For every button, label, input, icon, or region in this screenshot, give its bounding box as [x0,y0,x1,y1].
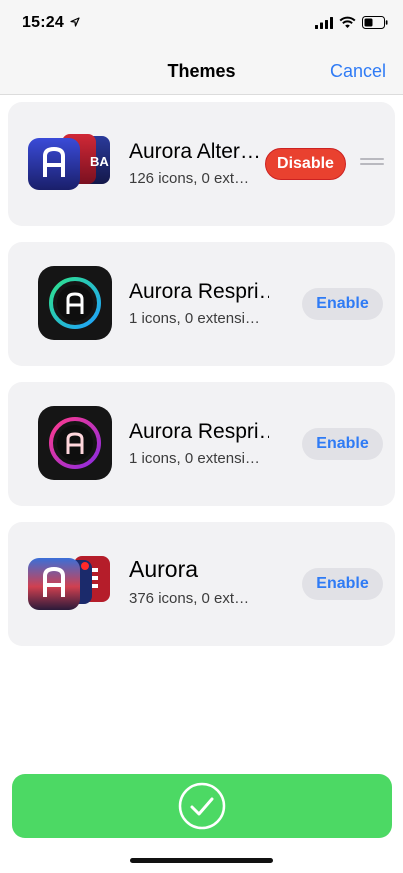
theme-subtitle: 1 icons, 0 extensi… [129,310,260,327]
location-arrow-icon [70,17,80,27]
enable-button[interactable]: Enable [302,428,383,460]
navigation-bar: Themes Cancel [0,48,403,95]
theme-subtitle: 1 icons, 0 extensi… [129,450,260,467]
theme-row-aurora[interactable]: Aurora 376 icons, 0 ext… Enable [8,522,395,646]
wifi-icon [339,16,356,28]
enable-button[interactable]: Enable [302,568,383,600]
theme-title: Aurora Respri… [129,420,269,443]
theme-row-aurora-respring-2[interactable]: Aurora Respri… 1 icons, 0 extensi… Enabl… [8,382,395,506]
cellular-signal-icon [315,17,333,29]
enable-button[interactable]: Enable [302,288,383,320]
theme-row-aurora-alternate[interactable]: BA Aurora Alter… 126 icons, 0 ext… Disab… [8,102,395,226]
aurora-alternate-theme-icon: BA [28,134,110,190]
cancel-button[interactable]: Cancel [330,61,386,82]
status-time: 15:24 [22,14,64,31]
theme-row-aurora-respring-1[interactable]: Aurora Respri… 1 icons, 0 extensi… Enabl… [8,242,395,366]
theme-title: Aurora Alter… [129,140,261,163]
aurora-respring-theme-icon [38,406,112,480]
drag-handle-icon[interactable] [360,158,384,170]
home-indicator[interactable] [130,858,273,863]
disable-button[interactable]: Disable [265,148,346,180]
theme-subtitle: 376 icons, 0 ext… [129,590,250,607]
status-bar: 15:24 [0,0,403,48]
theme-subtitle: 126 icons, 0 ext… [129,170,250,187]
theme-title: Aurora [129,556,199,582]
aurora-respring-theme-icon [38,266,112,340]
aurora-theme-icon [28,556,110,610]
theme-icon-badge-text: BA [90,154,109,169]
theme-title: Aurora Respri… [129,280,269,303]
battery-icon [362,16,388,29]
confirm-button[interactable] [12,774,392,838]
checkmark-circle-icon [178,782,226,830]
